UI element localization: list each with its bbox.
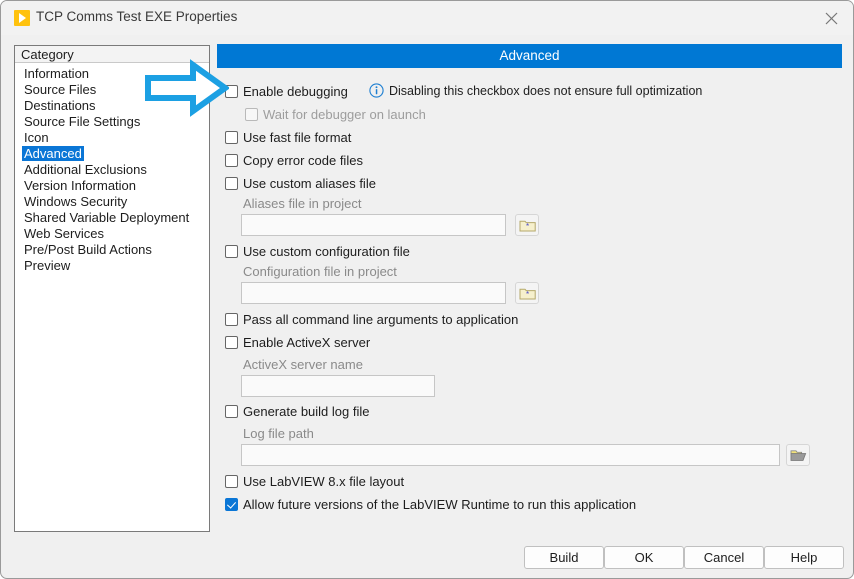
checkbox-row-use-fast-file-format[interactable]: Use fast file format	[225, 129, 351, 147]
sidebar-item-pre-post-build-actions[interactable]: Pre/Post Build Actions	[15, 242, 209, 258]
svg-text:*: *	[526, 290, 529, 299]
label-use-labview-8x-file-layout: Use LabVIEW 8.x file layout	[243, 474, 405, 489]
label-wait-for-debugger: Wait for debugger on launch	[263, 107, 426, 122]
checkbox-allow-future-runtime[interactable]	[225, 498, 238, 511]
sidebar-item-icon[interactable]: Icon	[15, 130, 209, 146]
build-button[interactable]: Build	[524, 546, 604, 569]
log-file-path-input[interactable]	[241, 444, 780, 466]
checkbox-row-enable-activex-server[interactable]: Enable ActiveX server	[225, 334, 370, 352]
sidebar-item-advanced[interactable]: Advanced	[15, 146, 209, 162]
sidebar-item-preview[interactable]: Preview	[15, 258, 209, 274]
optimization-info-note: Disabling this checkbox does not ensure …	[369, 83, 702, 101]
sidebar-item-shared-variable-deployment[interactable]: Shared Variable Deployment	[15, 210, 209, 226]
ok-button[interactable]: OK	[604, 546, 684, 569]
label-enable-activex-server: Enable ActiveX server	[243, 335, 371, 350]
category-label: Icon	[24, 130, 49, 145]
label-use-custom-aliases-file: Use custom aliases file	[243, 176, 376, 191]
checkbox-use-labview-8x-file-layout[interactable]	[225, 475, 238, 488]
checkbox-row-use-custom-aliases-file[interactable]: Use custom aliases file	[225, 175, 376, 193]
label-activex-server-name: ActiveX server name	[243, 357, 363, 372]
label-log-file-path: Log file path	[243, 426, 314, 441]
panel-title: Advanced	[217, 44, 842, 68]
checkbox-row-copy-error-code-files[interactable]: Copy error code files	[225, 152, 363, 170]
category-label: Source File Settings	[24, 114, 141, 129]
category-label: Web Services	[24, 226, 104, 241]
category-label: Windows Security	[24, 194, 128, 209]
log-file-path-browse-button[interactable]	[786, 444, 810, 466]
category-label: Preview	[24, 258, 71, 273]
properties-dialog: TCP Comms Test EXE Properties Category I…	[0, 0, 854, 579]
category-label: Destinations	[24, 98, 96, 113]
sidebar-item-additional-exclusions[interactable]: Additional Exclusions	[15, 162, 209, 178]
category-listbox[interactable]: Category Information Source Files Destin…	[14, 45, 210, 532]
activex-server-name-input[interactable]	[241, 375, 435, 397]
aliases-file-input[interactable]	[241, 214, 506, 236]
checkbox-row-use-labview-8x-file-layout[interactable]: Use LabVIEW 8.x file layout	[225, 473, 404, 491]
sidebar-item-windows-security[interactable]: Windows Security	[15, 194, 209, 210]
label-pass-all-command-line-arguments: Pass all command line arguments to appli…	[243, 312, 519, 327]
sidebar-item-destinations[interactable]: Destinations	[15, 98, 209, 114]
checkbox-enable-debugging[interactable]	[225, 85, 238, 98]
checkbox-use-custom-configuration-file[interactable]	[225, 245, 238, 258]
aliases-file-browse-button[interactable]: *	[515, 214, 539, 236]
checkbox-row-allow-future-runtime[interactable]: Allow future versions of the LabVIEW Run…	[225, 496, 636, 514]
close-icon[interactable]	[809, 1, 853, 33]
checkbox-row-enable-debugging[interactable]: Enable debugging	[225, 83, 348, 101]
titlebar: TCP Comms Test EXE Properties	[1, 1, 853, 35]
checkbox-wait-for-debugger	[245, 108, 258, 121]
checkbox-row-wait-for-debugger: Wait for debugger on launch	[245, 106, 426, 124]
label-allow-future-runtime: Allow future versions of the LabVIEW Run…	[243, 497, 637, 512]
checkbox-row-generate-build-log-file[interactable]: Generate build log file	[225, 403, 369, 421]
configuration-file-browse-button[interactable]: *	[515, 282, 539, 304]
checkbox-use-custom-aliases-file[interactable]	[225, 177, 238, 190]
sidebar-item-version-information[interactable]: Version Information	[15, 178, 209, 194]
label-aliases-file-in-project: Aliases file in project	[243, 196, 362, 211]
info-note-text: Disabling this checkbox does not ensure …	[389, 84, 703, 98]
category-label: Shared Variable Deployment	[24, 210, 190, 225]
category-label: Pre/Post Build Actions	[24, 242, 152, 257]
info-circle-icon	[369, 83, 384, 101]
label-use-fast-file-format: Use fast file format	[243, 130, 352, 145]
sidebar-item-source-file-settings[interactable]: Source File Settings	[15, 114, 209, 130]
sidebar-item-source-files[interactable]: Source Files	[15, 82, 209, 98]
advanced-settings-panel: Enable debugging Disabling this checkbox…	[217, 68, 842, 528]
window-title: TCP Comms Test EXE Properties	[36, 9, 238, 24]
category-label: Additional Exclusions	[24, 162, 147, 177]
cancel-button[interactable]: Cancel	[684, 546, 764, 569]
checkbox-copy-error-code-files[interactable]	[225, 154, 238, 167]
open-folder-icon	[787, 450, 808, 467]
checkbox-pass-all-command-line-arguments[interactable]	[225, 313, 238, 326]
sidebar-item-web-services[interactable]: Web Services	[15, 226, 209, 242]
help-button[interactable]: Help	[764, 546, 844, 569]
sidebar-item-information[interactable]: Information	[15, 66, 209, 82]
label-copy-error-code-files: Copy error code files	[243, 153, 363, 168]
checkbox-use-fast-file-format[interactable]	[225, 131, 238, 144]
label-use-custom-configuration-file: Use custom configuration file	[243, 244, 410, 259]
category-label: Version Information	[24, 178, 137, 193]
checkbox-row-pass-all-command-line-arguments[interactable]: Pass all command line arguments to appli…	[225, 311, 518, 329]
category-label: Advanced	[22, 146, 84, 161]
label-configuration-file-in-project: Configuration file in project	[243, 264, 397, 279]
category-label: Source Files	[24, 82, 97, 97]
checkbox-enable-activex-server[interactable]	[225, 336, 238, 349]
checkbox-row-use-custom-configuration-file[interactable]: Use custom configuration file	[225, 243, 410, 261]
folder-asterisk-icon: *	[516, 220, 537, 237]
category-label: Information	[24, 66, 90, 81]
label-generate-build-log-file: Generate build log file	[243, 404, 370, 419]
labview-play-icon	[14, 10, 30, 26]
label-enable-debugging: Enable debugging	[243, 84, 348, 99]
checkbox-generate-build-log-file[interactable]	[225, 405, 238, 418]
category-list-header: Category	[15, 46, 209, 63]
folder-asterisk-icon: *	[516, 288, 537, 305]
configuration-file-input[interactable]	[241, 282, 506, 304]
svg-text:*: *	[526, 222, 529, 231]
